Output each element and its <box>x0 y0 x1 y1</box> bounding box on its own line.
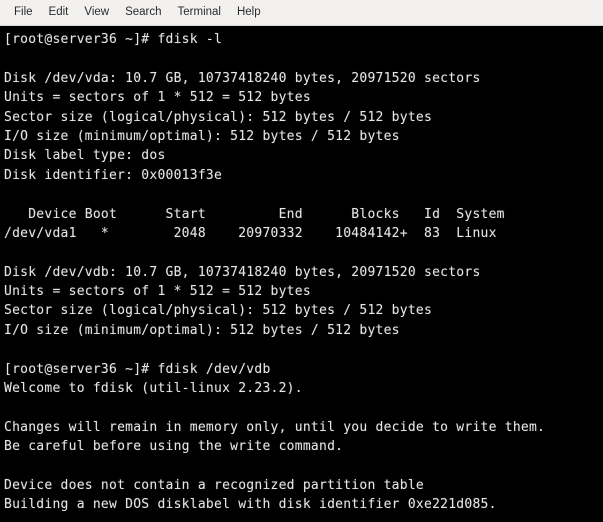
terminal-line: Device does not contain a recognized par… <box>4 477 424 493</box>
terminal-line: Sector size (logical/physical): 512 byte… <box>4 109 433 125</box>
terminal-line: Building a new DOS disklabel with disk i… <box>4 497 497 513</box>
terminal-line: Disk /dev/vdb: 10.7 GB, 10737418240 byte… <box>4 264 481 280</box>
terminal-window: File Edit View Search Terminal Help [roo… <box>0 0 603 522</box>
terminal-line: Disk label type: dos <box>4 148 166 164</box>
terminal-output-area[interactable]: [root@server36 ~]# fdisk -l Disk /dev/vd… <box>0 26 603 521</box>
menu-bar: File Edit View Search Terminal Help <box>0 0 603 26</box>
terminal-line: [root@server36 ~]# fdisk /dev/vdb <box>4 361 271 377</box>
terminal-line: I/O size (minimum/optimal): 512 bytes / … <box>4 128 400 144</box>
menu-item-file[interactable]: File <box>6 4 41 22</box>
terminal-line: /dev/vda1 * 2048 20970332 10484142+ 83 L… <box>4 225 497 241</box>
menu-item-search[interactable]: Search <box>117 4 169 22</box>
terminal-line: Be careful before using the write comman… <box>4 439 344 455</box>
terminal-line: Changes will remain in memory only, unti… <box>4 419 546 435</box>
terminal-line: Disk identifier: 0x00013f3e <box>4 167 223 183</box>
menu-item-terminal[interactable]: Terminal <box>170 4 229 22</box>
terminal-line: Units = sectors of 1 * 512 = 512 bytes <box>4 284 311 300</box>
terminal-line: Disk /dev/vda: 10.7 GB, 10737418240 byte… <box>4 70 481 86</box>
terminal-line: Welcome to fdisk (util-linux 2.23.2). <box>4 381 303 397</box>
menu-item-edit[interactable]: Edit <box>41 4 77 22</box>
terminal-line: I/O size (minimum/optimal): 512 bytes / … <box>4 322 400 338</box>
terminal-line: Units = sectors of 1 * 512 = 512 bytes <box>4 90 311 106</box>
terminal-line: Device Boot Start End Blocks Id System <box>4 206 505 222</box>
menu-item-help[interactable]: Help <box>229 4 269 22</box>
menu-item-view[interactable]: View <box>76 4 117 22</box>
terminal-line: Sector size (logical/physical): 512 byte… <box>4 303 433 319</box>
terminal-line: [root@server36 ~]# fdisk -l <box>4 32 223 47</box>
